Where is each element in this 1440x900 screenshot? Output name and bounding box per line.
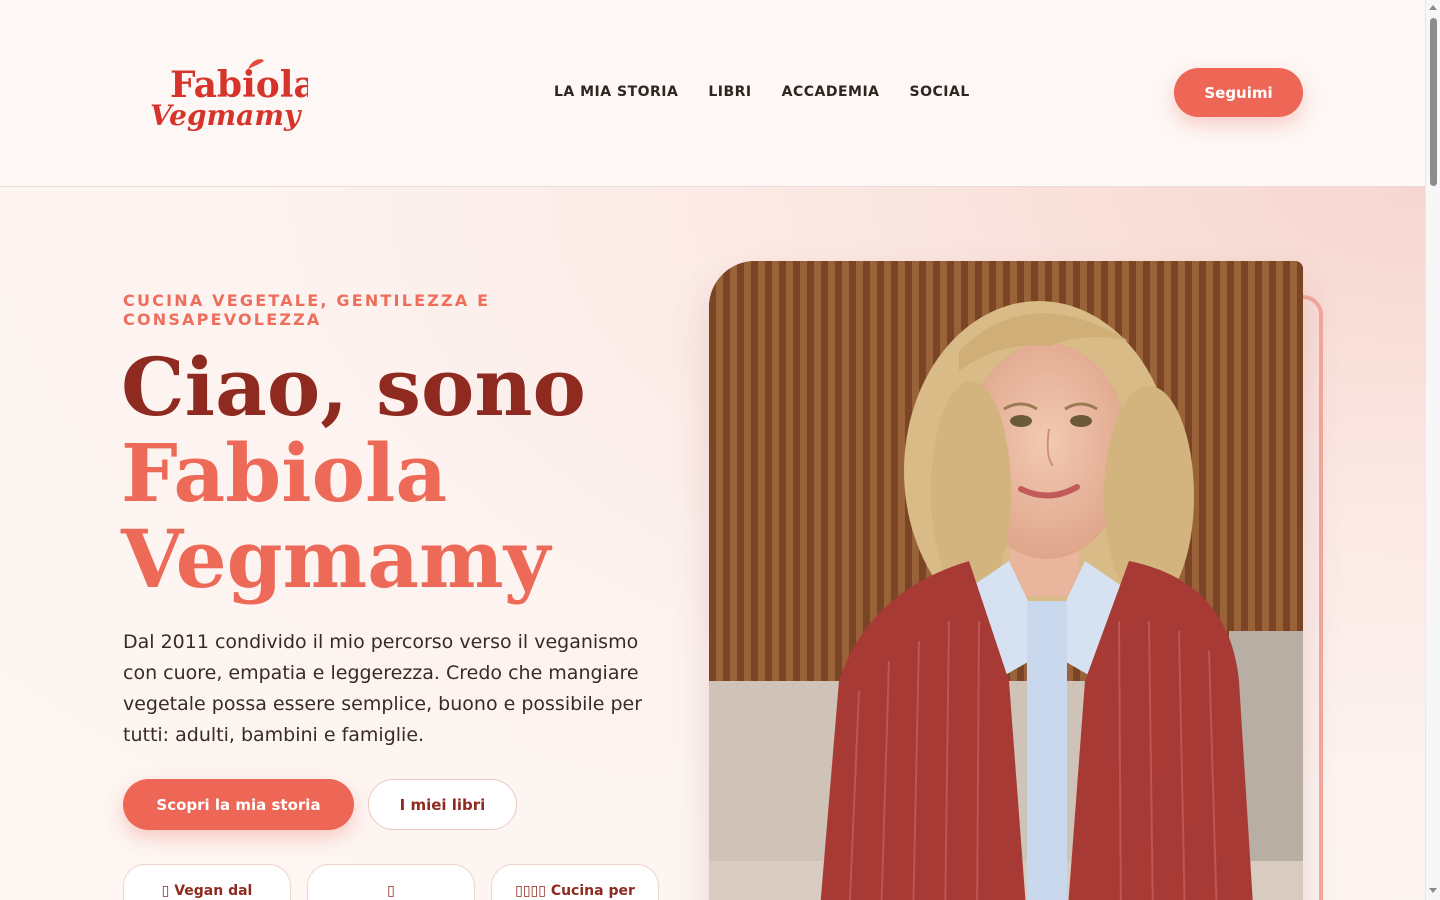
nav-item-la-mia-storia[interactable]: LA MIA STORIA (554, 84, 678, 100)
logo-line2: Vegmamy (150, 99, 302, 132)
hero-eyebrow: CUCINA VEGETALE, GENTILEZZA E CONSAPEVOL… (123, 291, 491, 329)
hero-intro: Dal 2011 condivido il mio percorso verso… (123, 631, 643, 746)
feature-chip-vegan-since: ▯ Vegan dal (123, 864, 291, 900)
scroll-down-arrow-icon[interactable] (1429, 888, 1437, 893)
scrollbar-thumb[interactable] (1430, 18, 1437, 186)
follow-button[interactable]: Seguimi (1174, 68, 1303, 117)
headline-name-last: Vegmamy (121, 512, 551, 606)
headline-name-first: Fabiola (121, 426, 448, 520)
hero-section: CUCINA VEGETALE, GENTILEZZA E CONSAPEVOL… (0, 187, 1425, 900)
nav-item-accademia[interactable]: ACCADEMIA (782, 84, 880, 100)
nav-item-social[interactable]: SOCIAL (910, 84, 970, 100)
headline-greeting: Ciao, sono (121, 340, 586, 434)
portrait-photo (709, 261, 1303, 900)
page-scrollbar[interactable] (1425, 0, 1440, 900)
site-logo[interactable]: Fabiola Vegmamy (148, 55, 308, 133)
page: Fabiola Vegmamy LA MIA STORIA LIBRI ACCA… (0, 0, 1425, 900)
my-books-button[interactable]: I miei libri (368, 779, 517, 830)
hero-headline: Ciao, sono Fabiola Vegmamy (121, 344, 681, 602)
main-nav: LA MIA STORIA LIBRI ACCADEMIA SOCIAL (554, 84, 970, 100)
feature-chip-cooking-for: ▯▯▯▯ Cucina per (491, 864, 659, 900)
feature-chip: ▯ (307, 864, 475, 900)
site-header: Fabiola Vegmamy LA MIA STORIA LIBRI ACCA… (0, 0, 1425, 187)
discover-story-button[interactable]: Scopri la mia storia (123, 779, 354, 830)
nav-item-libri[interactable]: LIBRI (708, 84, 751, 100)
scroll-up-arrow-icon[interactable] (1429, 5, 1437, 10)
